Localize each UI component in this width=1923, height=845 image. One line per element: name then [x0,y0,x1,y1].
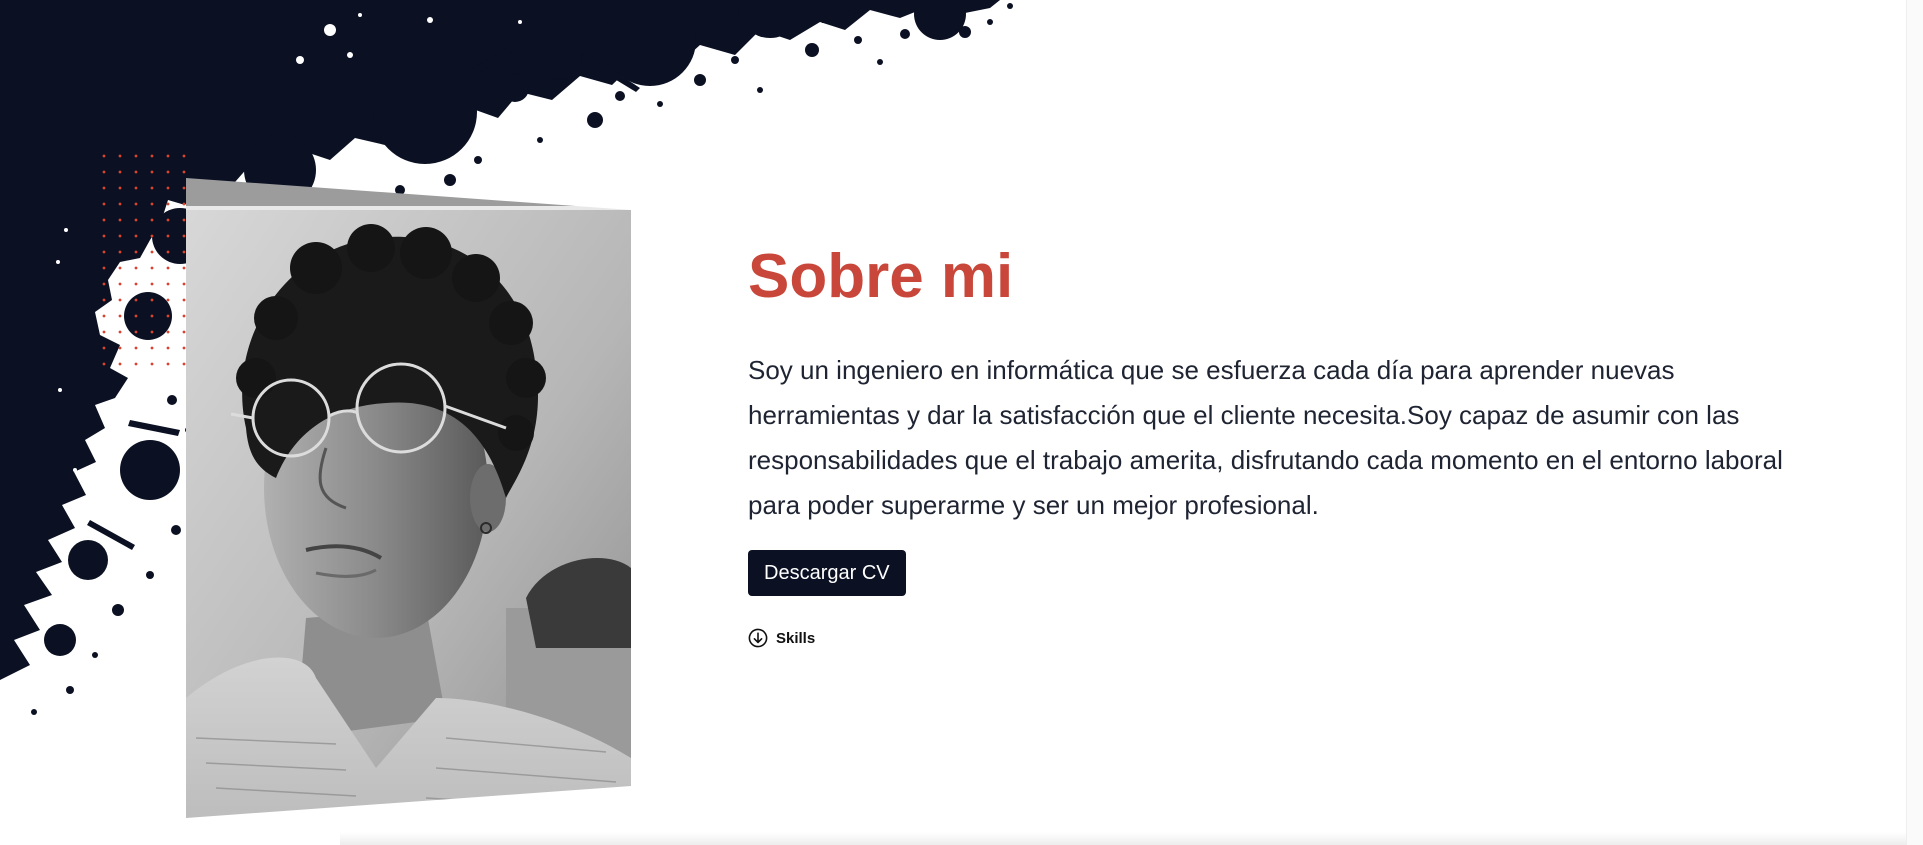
page-right-edge [1906,0,1923,845]
dot-grid-decoration [96,148,196,378]
about-description: Soy un ingeniero en informática que se e… [748,355,1783,520]
about-section: Sobre mi Soy un ingeniero en informática… [0,0,1923,845]
arrow-down-circle-icon [748,628,768,648]
download-cv-button[interactable]: Descargar CV [748,550,906,596]
section-title: Sobre mi [748,242,1014,311]
skills-link-label: Skills [776,629,816,647]
profile-photo [186,178,631,818]
about-content: Sobre mi Soy un ingeniero en informática… [748,240,1808,648]
profile-photo-image [186,178,631,818]
skills-link[interactable]: Skills [748,628,815,648]
next-section-shadow [340,832,1906,845]
